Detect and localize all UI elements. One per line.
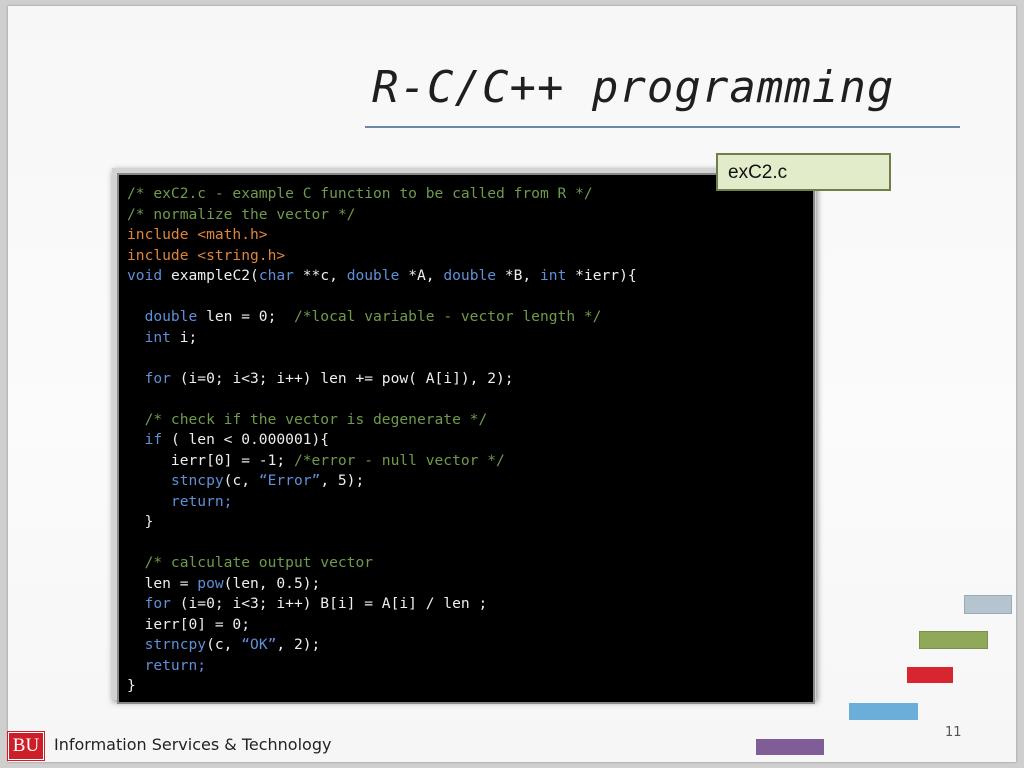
code-line: return; [127, 656, 813, 677]
code-token: char [258, 267, 294, 284]
code-token: include <string.h> [127, 246, 286, 264]
code-token: len = [127, 574, 198, 592]
bu-logo: BU [7, 731, 45, 761]
code-line: double len = 0; /*local variable - vecto… [127, 307, 813, 328]
code-token: /* normalize the vector */ [127, 205, 356, 223]
code-token: /* calculate output vector [144, 554, 374, 571]
title-underline [365, 126, 960, 128]
code-token: stncpy [170, 472, 224, 489]
code-token: pow [197, 574, 224, 592]
code-token: int [540, 267, 567, 284]
code-token: } [127, 677, 136, 694]
code-token: void [127, 267, 163, 284]
code-token: include <math.h> [127, 226, 268, 243]
code-line: if ( len < 0.000001){ [127, 430, 813, 451]
code-token: (c, [206, 636, 242, 653]
page-number: 11 [945, 725, 962, 740]
code-line: include <string.h> [127, 246, 813, 267]
decor-bar-purple [756, 739, 824, 755]
decor-bar-blue [849, 703, 918, 720]
code-line: stncpy(c, “Error”, 5); [127, 471, 813, 492]
code-listing: /* exC2.c - example C function to be cal… [119, 175, 813, 697]
footer-organization: Information Services & Technology [54, 735, 332, 754]
code-token: len = 0; [197, 308, 294, 325]
code-token: (c, [223, 472, 259, 489]
code-token: /*error - null vector */ [293, 451, 505, 469]
code-token: ierr[0] = -1; [127, 451, 294, 469]
code-token: i; [170, 328, 198, 346]
decor-bar-gray [964, 595, 1012, 614]
code-line: strncpy(c, “OK”, 2); [127, 635, 813, 656]
code-token: *ierr){ [566, 267, 637, 284]
decor-bar-green [919, 631, 988, 649]
code-token: ( len < 0.000001){ [162, 431, 330, 448]
code-token: *B, [496, 267, 540, 284]
code-token: , 2); [276, 636, 321, 653]
code-line: /* normalize the vector */ [127, 205, 813, 226]
code-token: (i=0; i<3; i++) B[i] = A[i] / len ; [170, 595, 488, 612]
code-token: (len, 0.5); [223, 574, 321, 592]
code-token: int [144, 328, 171, 346]
code-line: } [127, 512, 813, 533]
code-line: } [127, 676, 813, 697]
code-token: exampleC2( [162, 267, 259, 284]
code-token: double [346, 267, 400, 284]
code-line: len = pow(len, 0.5); [127, 574, 813, 595]
code-line: include <math.h> [127, 225, 813, 246]
code-token: return; [170, 492, 233, 510]
code-token: (i=0; i<3; i++) len += pow( A[i]), 2); [170, 369, 514, 387]
code-token: for [144, 369, 171, 387]
code-token: **c, [293, 267, 347, 284]
code-token: “Error” [258, 472, 321, 489]
code-line: return; [127, 492, 813, 513]
code-token: strncpy [144, 636, 207, 653]
code-token: *A, [399, 267, 444, 284]
code-line: ierr[0] = 0; [127, 615, 813, 636]
code-token: double [443, 267, 497, 284]
filename-callout: exC2.c [716, 153, 891, 191]
code-token: return; [144, 656, 207, 674]
code-token: /* exC2.c - example C function to be cal… [127, 185, 593, 202]
slide-title: R-C/C++ programming [372, 62, 895, 113]
code-line: for (i=0; i<3; i++) B[i] = A[i] / len ; [127, 594, 813, 615]
code-line: /* check if the vector is degenerate */ [127, 410, 813, 431]
code-block: /* exC2.c - example C function to be cal… [117, 173, 815, 704]
code-token: “OK” [241, 636, 277, 653]
code-line: /* exC2.c - example C function to be cal… [127, 184, 813, 205]
decor-bar-red [907, 667, 953, 683]
code-token: /*local variable - vector length */ [293, 308, 602, 325]
code-token: } [127, 513, 154, 530]
code-line: for (i=0; i<3; i++) len += pow( A[i]), 2… [127, 369, 813, 390]
code-token: if [144, 431, 163, 448]
code-token: double [144, 308, 198, 325]
code-token: ierr[0] = 0; [127, 615, 251, 633]
code-line: void exampleC2(char **c, double *A, doub… [127, 266, 813, 287]
code-line: ierr[0] = -1; /*error - null vector */ [127, 451, 813, 472]
code-line: int i; [127, 328, 813, 349]
code-token: , 5); [320, 472, 365, 489]
code-token: for [144, 595, 171, 612]
code-line: /* calculate output vector [127, 553, 813, 574]
code-token: /* check if the vector is degenerate */ [144, 410, 488, 428]
